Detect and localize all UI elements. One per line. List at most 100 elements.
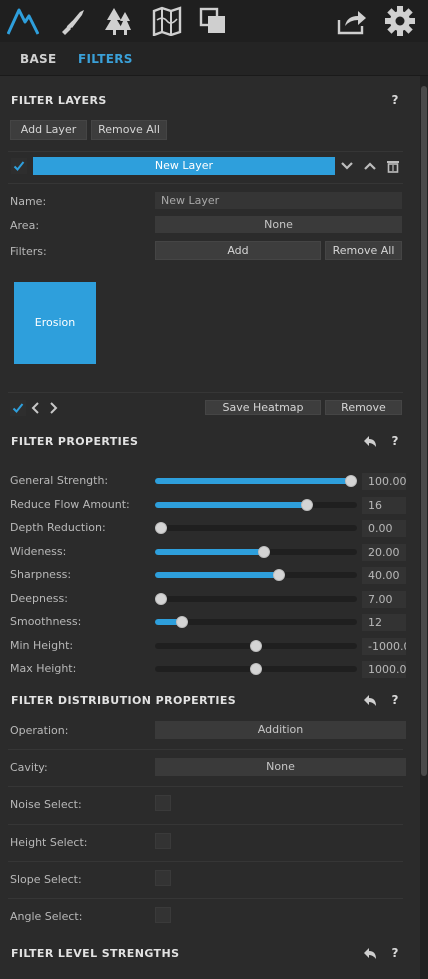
slider-fill	[155, 502, 307, 508]
map-icon[interactable]	[150, 4, 184, 38]
slider-knob[interactable]	[345, 475, 357, 487]
slider-label: Sharpness:	[10, 568, 72, 581]
chevron-right-icon[interactable]	[48, 402, 58, 414]
help-icon[interactable]: ?	[388, 946, 402, 960]
slider-knob[interactable]	[250, 640, 262, 652]
slider-value-field[interactable]: -1000.0	[362, 638, 406, 655]
height-select-label: Height Select:	[10, 836, 88, 849]
tab-bar: BASE FILTERS	[0, 42, 428, 76]
layer-enabled-checkbox[interactable]	[11, 158, 27, 174]
slope-select-checkbox[interactable]	[155, 870, 171, 886]
move-up-icon[interactable]	[363, 160, 377, 172]
slider-label: Deepness:	[10, 592, 68, 605]
slider-value-field[interactable]: 12	[362, 614, 406, 631]
slider-label: Depth Reduction:	[10, 521, 106, 534]
tab-filters[interactable]: FILTERS	[78, 52, 133, 66]
reset-arrow-icon[interactable]	[363, 435, 377, 449]
slider-value-field[interactable]: 7.00	[362, 591, 406, 608]
slider-knob[interactable]	[155, 593, 167, 605]
help-icon[interactable]: ?	[388, 434, 402, 448]
divider	[8, 861, 403, 862]
slider-value-field[interactable]: 1000.0	[362, 661, 406, 678]
slider-track[interactable]	[155, 593, 357, 605]
layers-icon[interactable]	[196, 4, 230, 38]
area-select[interactable]: None	[155, 216, 402, 233]
slider-knob[interactable]	[258, 546, 270, 558]
area-label: Area:	[10, 219, 40, 232]
divider	[8, 392, 403, 393]
trees-icon[interactable]	[102, 4, 136, 38]
reset-arrow-icon[interactable]	[363, 694, 377, 708]
slider-label: Wideness:	[10, 545, 67, 558]
slider-label: Max Height:	[10, 662, 77, 675]
divider	[8, 183, 403, 184]
help-icon[interactable]: ?	[388, 93, 402, 107]
export-icon[interactable]	[335, 4, 369, 38]
slider-track[interactable]	[155, 569, 357, 581]
slider-label: General Strength:	[10, 474, 109, 487]
erosion-filter-tile[interactable]: Erosion	[14, 282, 96, 364]
delete-layer-icon[interactable]	[386, 160, 400, 173]
slider-knob[interactable]	[176, 616, 188, 628]
slider-value-field[interactable]: 100.00	[362, 473, 406, 490]
divider	[8, 749, 403, 750]
slider-value-field[interactable]: 16	[362, 497, 406, 514]
divider	[8, 786, 403, 787]
remove-all-filters-button[interactable]: Remove All	[325, 241, 402, 260]
slider-track[interactable]	[155, 475, 357, 487]
cavity-select[interactable]: None	[155, 758, 406, 776]
slider-track[interactable]	[155, 499, 357, 511]
slider-label: Reduce Flow Amount:	[10, 498, 130, 511]
slider-value-field[interactable]: 0.00	[362, 520, 406, 537]
slider-track[interactable]	[155, 616, 357, 628]
slider-track[interactable]	[155, 522, 357, 534]
add-filter-button[interactable]: Add	[155, 241, 321, 260]
divider	[8, 151, 403, 152]
slider-track[interactable]	[155, 546, 357, 558]
checkmark-icon	[12, 403, 24, 413]
reset-arrow-icon[interactable]	[363, 947, 377, 961]
slider-track[interactable]	[155, 663, 357, 675]
layer-name-bar[interactable]: New Layer	[33, 157, 335, 175]
slider-knob[interactable]	[155, 522, 167, 534]
add-layer-button[interactable]: Add Layer	[10, 120, 87, 140]
slider-knob[interactable]	[250, 663, 262, 675]
save-heatmap-button[interactable]: Save Heatmap	[205, 400, 321, 415]
angle-select-label: Angle Select:	[10, 910, 83, 923]
filter-layers-title: FILTER LAYERS	[11, 94, 107, 107]
divider	[8, 898, 403, 899]
slider-value-field[interactable]: 40.00	[362, 567, 406, 584]
slider-track[interactable]	[155, 640, 357, 652]
noise-select-checkbox[interactable]	[155, 795, 171, 811]
help-icon[interactable]: ?	[388, 693, 402, 707]
terrain-icon[interactable]	[6, 4, 40, 38]
remove-filter-button[interactable]: Remove	[325, 400, 402, 415]
slider-label: Smoothness:	[10, 615, 82, 628]
scrollbar-thumb[interactable]	[421, 86, 427, 776]
checkmark-icon	[13, 161, 25, 171]
settings-icon[interactable]	[383, 4, 417, 38]
height-select-checkbox[interactable]	[155, 833, 171, 849]
slider-fill	[155, 549, 264, 555]
slider-knob[interactable]	[273, 569, 285, 581]
cavity-label: Cavity:	[10, 761, 48, 774]
chevron-left-icon[interactable]	[31, 402, 41, 414]
operation-label: Operation:	[10, 724, 69, 737]
slider-label: Min Height:	[10, 639, 74, 652]
slider-knob[interactable]	[301, 499, 313, 511]
remove-all-layers-button[interactable]: Remove All	[91, 120, 167, 140]
slider-fill	[155, 478, 351, 484]
distribution-title: FILTER DISTRIBUTION PROPERTIES	[11, 694, 237, 707]
layer-name-field[interactable]: New Layer	[155, 192, 402, 209]
scrollbar[interactable]	[420, 76, 428, 979]
level-strengths-title: FILTER LEVEL STRENGTHS	[11, 947, 180, 960]
slider-value-field[interactable]: 20.00	[362, 544, 406, 561]
filter-enabled-checkbox[interactable]	[10, 400, 26, 416]
tab-base[interactable]: BASE	[20, 52, 56, 66]
noise-select-label: Noise Select:	[10, 798, 82, 811]
move-down-icon[interactable]	[340, 160, 354, 172]
angle-select-checkbox[interactable]	[155, 907, 171, 923]
slider-fill	[155, 572, 279, 578]
brush-icon[interactable]	[56, 4, 90, 38]
operation-select[interactable]: Addition	[155, 721, 406, 739]
